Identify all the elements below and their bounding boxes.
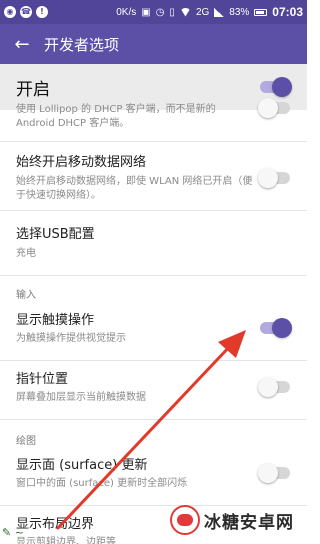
divider	[0, 141, 307, 142]
category-header-input: 输入	[16, 290, 36, 301]
toggle-thumb	[258, 377, 278, 397]
vibrate-icon: ▯	[169, 6, 175, 18]
handwritten-signature: ✎ ~	[2, 526, 24, 539]
dhcp-toggle[interactable]	[258, 98, 292, 118]
divider	[0, 210, 307, 211]
sim-icon: ▣	[141, 6, 151, 18]
mobile-data-toggle[interactable]	[258, 168, 292, 188]
alert-notification-icon: !	[36, 6, 48, 18]
toggle-thumb	[258, 463, 278, 483]
pointer-location-toggle[interactable]	[258, 377, 292, 397]
divider	[0, 360, 307, 361]
list-item-usb-config[interactable]: 选择USB配置 充电	[0, 226, 307, 261]
toggle-thumb	[272, 318, 292, 338]
toggle-thumb	[272, 77, 292, 97]
category-header-drawing: 绘图	[16, 436, 36, 447]
signal-icon	[214, 7, 225, 17]
battery-icon	[254, 8, 268, 16]
toggle-thumb	[258, 98, 278, 118]
clock: 07:03	[272, 5, 303, 19]
page-title: 开发者选项	[44, 35, 120, 54]
alarm-icon: ◷	[155, 6, 165, 18]
toggle-thumb	[258, 168, 278, 188]
watermark-text: 冰糖安卓网	[204, 512, 294, 533]
item-title: 选择USB配置	[16, 227, 95, 242]
network-type: 2G	[195, 6, 210, 18]
phone-notification-icon: ☎	[20, 6, 32, 18]
show-touches-toggle[interactable]	[258, 318, 292, 338]
battery-percent: 83%	[229, 6, 250, 18]
status-bar: ◉ ☎ ! 0K/s ▣ ◷ ▯ 2G 83% 07:03	[0, 0, 307, 24]
network-speed: 0K/s	[116, 6, 137, 18]
item-summary: 始终开启移动数据网络，即使 WLAN 网络已开启（便于快速切换网络）。	[16, 176, 253, 201]
divider	[0, 419, 307, 420]
watermark: 冰糖安卓网	[170, 500, 304, 540]
watermark-logo-icon	[170, 505, 200, 535]
surface-updates-toggle[interactable]	[258, 463, 292, 483]
item-summary: 使用 Lollipop 的 DHCP 客户端，而不是新的 Android DHC…	[16, 104, 216, 129]
app-bar: ← 开发者选项	[0, 24, 307, 64]
item-summary: 充电	[16, 248, 36, 259]
divider	[0, 275, 307, 276]
app-notification-icon: ◉	[4, 6, 16, 18]
back-arrow-icon[interactable]: ←	[0, 24, 44, 64]
master-switch-label: 开启	[16, 79, 50, 100]
master-toggle[interactable]	[258, 77, 292, 97]
wifi-icon	[179, 7, 191, 17]
